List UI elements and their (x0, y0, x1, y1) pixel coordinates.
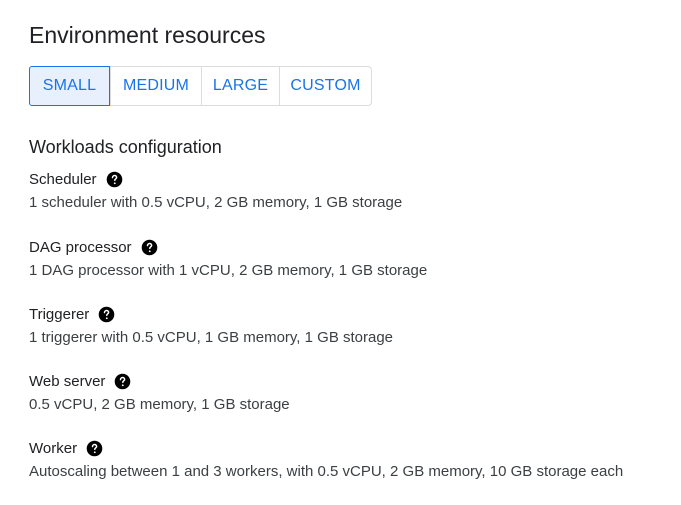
workload-label: Web server (29, 372, 106, 390)
workload-label: Triggerer (29, 305, 90, 323)
size-selector: SMALL MEDIUM LARGE CUSTOM (29, 66, 372, 106)
workload-description: 1 scheduler with 0.5 vCPU, 2 GB memory, … (29, 194, 403, 211)
size-option-custom[interactable]: CUSTOM (279, 67, 371, 105)
workload-label: DAG processor (29, 238, 132, 256)
page-title: Environment resources (29, 22, 266, 48)
size-option-small[interactable]: SMALL (29, 66, 110, 106)
environment-resources-panel: Environment resources SMALL MEDIUM LARGE… (0, 0, 681, 505)
workload-label: Worker (29, 439, 78, 457)
help-icon[interactable] (86, 440, 103, 457)
workload-triggerer: Triggerer 1 triggerer with 0.5 vCPU, 1 G… (29, 303, 393, 347)
workload-description: 0.5 vCPU, 2 GB memory, 1 GB storage (29, 396, 290, 413)
workload-scheduler: Scheduler 1 scheduler with 0.5 vCPU, 2 G… (29, 168, 402, 212)
workload-description: 1 DAG processor with 1 vCPU, 2 GB memory… (29, 262, 428, 279)
help-icon[interactable] (114, 373, 131, 390)
size-option-medium[interactable]: MEDIUM (110, 67, 201, 105)
workload-description: Autoscaling between 1 and 3 workers, wit… (29, 463, 624, 480)
workload-worker: Worker Autoscaling between 1 and 3 worke… (29, 437, 623, 481)
size-option-large[interactable]: LARGE (201, 67, 279, 105)
help-icon[interactable] (98, 306, 115, 323)
workload-description: 1 triggerer with 0.5 vCPU, 1 GB memory, … (29, 329, 394, 346)
workload-web-server: Web server 0.5 vCPU, 2 GB memory, 1 GB s… (29, 370, 290, 414)
help-icon[interactable] (141, 239, 158, 256)
workload-dag-processor: DAG processor 1 DAG processor with 1 vCP… (29, 236, 427, 280)
workload-label: Scheduler (29, 170, 97, 188)
help-icon[interactable] (106, 171, 123, 188)
workloads-heading: Workloads configuration (29, 137, 222, 157)
